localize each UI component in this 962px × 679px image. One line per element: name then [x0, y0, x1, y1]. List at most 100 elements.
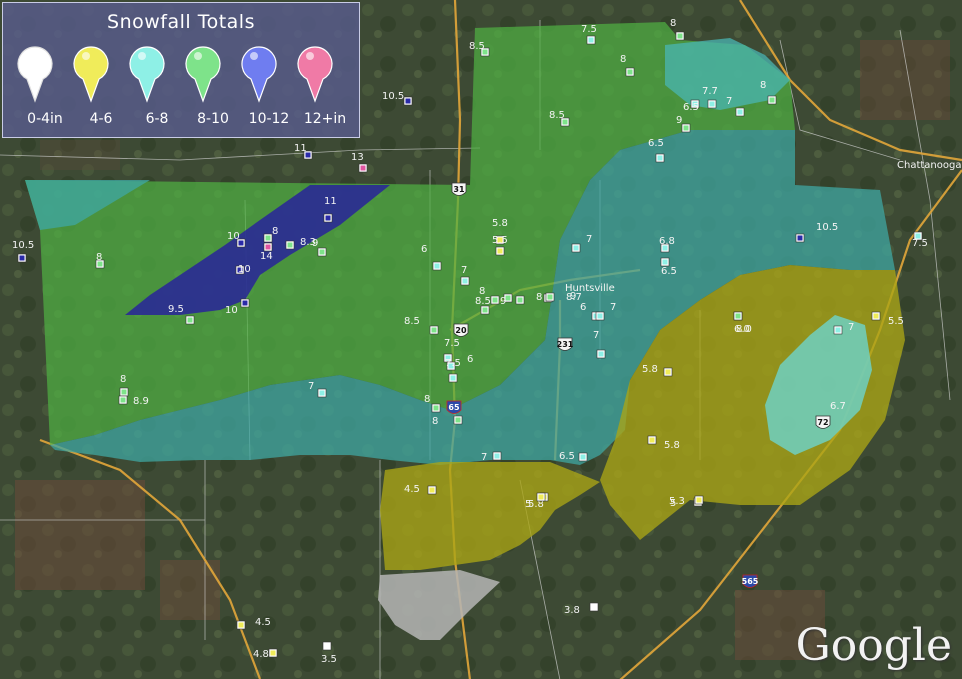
station-value-label: 8.5: [469, 41, 485, 52]
station-value-label: 8.0: [736, 324, 752, 335]
green-pin-icon: [185, 46, 221, 103]
station-value-label: 5.3: [669, 496, 685, 507]
highway-shield-label: 20: [455, 326, 467, 335]
highway-shield-20: 20: [453, 323, 469, 337]
white-pin-icon: [17, 46, 53, 103]
station-value-label: 6: [467, 354, 473, 365]
station-value-label: 10: [227, 231, 240, 242]
station-marker-fill: [547, 294, 553, 300]
station-value-label: 7: [726, 96, 732, 107]
yellow-pin-icon: [73, 46, 109, 103]
google-attribution-logo: Google: [795, 620, 952, 671]
highway-shield-231: 231: [557, 337, 574, 351]
legend-item-12-plus: 12+in: [295, 41, 355, 131]
legend-label: 6-8: [145, 111, 169, 127]
station-marker-fill: [19, 255, 25, 261]
station-value-label: 7.5: [444, 338, 460, 349]
legend-item-10-12: 10-12: [239, 41, 299, 131]
station-marker-fill: [517, 297, 523, 303]
station-value-label: 8.9: [133, 396, 149, 407]
station-value-label: 7: [461, 265, 467, 276]
station-value-label: 8.5: [404, 316, 420, 327]
station-marker-fill: [683, 125, 689, 131]
station-marker-fill: [709, 101, 715, 107]
city-label-huntsville: Huntsville: [565, 283, 615, 294]
legend-title: Snowfall Totals: [107, 11, 255, 33]
station-value-label: 10.5: [12, 240, 34, 251]
legend-label: 8-10: [197, 111, 229, 127]
legend-label: 10-12: [248, 111, 290, 127]
station-value-label: 8: [536, 292, 542, 303]
station-value-label: 7: [481, 452, 487, 463]
station-marker-fill: [497, 248, 503, 254]
station-marker[interactable]: 10: [235, 264, 251, 275]
station-value-label: 7: [586, 234, 592, 245]
station-value-label: 8: [670, 18, 676, 29]
station-marker-fill: [677, 33, 683, 39]
station-value-label: 5: [525, 499, 531, 510]
station-marker-fill: [431, 327, 437, 333]
station-marker-fill: [662, 259, 668, 265]
station-value-label: 8: [432, 416, 438, 427]
station-marker-fill: [242, 300, 248, 306]
station-marker-fill: [494, 453, 500, 459]
station-value-label: 5.5: [888, 316, 904, 327]
station-marker-fill: [598, 351, 604, 357]
station-value-label: 8.5: [475, 296, 491, 307]
highway-shield-65: 65: [446, 400, 462, 414]
station-marker-fill: [434, 263, 440, 269]
map-view[interactable]: 8.5 7.5 8 8 8 7 7.7 6.5 9 6.5 8.5 10.5 11 13 10.5 11 10 8…: [0, 0, 962, 679]
legend-item-6-8: 6-8: [127, 41, 187, 131]
station-value-label: 7: [593, 330, 599, 341]
station-marker-fill: [270, 650, 276, 656]
station-value-label: 8: [96, 252, 102, 263]
station-marker-fill: [769, 97, 775, 103]
station-marker-fill: [665, 369, 671, 375]
station-value-label: 7.5: [912, 238, 928, 249]
station-value-label: 6: [421, 244, 427, 255]
station-marker-fill: [735, 313, 741, 319]
station-marker-fill: [187, 317, 193, 323]
station-value-label: 8.5: [549, 110, 565, 121]
station-value-label: 6.5: [683, 102, 699, 113]
station-value-label: 6.7: [830, 401, 846, 412]
farmland-patch: [860, 40, 950, 120]
station-value-label: 5.5: [492, 235, 508, 246]
highway-shield-72: 72: [815, 415, 831, 429]
farmland-patch: [15, 480, 145, 590]
highway-shield-label: 31: [453, 185, 465, 194]
station-value-label: 8: [620, 54, 626, 65]
station-marker-fill: [433, 405, 439, 411]
station-marker-fill: [737, 109, 743, 115]
highway-shield-label: 565: [742, 577, 759, 586]
legend-label: 4-6: [89, 111, 113, 127]
legend-item-4-6: 4-6: [71, 41, 131, 131]
snowfall-legend: Snowfall Totals 0-4in 4-6 6-8 8-10 10-12…: [2, 2, 360, 138]
legend-label: 0-4in: [27, 111, 63, 127]
highway-shield-31: 31: [451, 182, 467, 196]
station-marker-fill: [482, 307, 488, 313]
station-value-label: 5.8: [664, 440, 680, 451]
station-value-label: 6: [580, 302, 586, 313]
station-marker-fill: [597, 313, 603, 319]
station-marker-fill: [455, 417, 461, 423]
station-marker[interactable]: 6.5: [683, 99, 700, 113]
farmland-patch: [40, 140, 120, 170]
station-marker-fill: [121, 389, 127, 395]
station-marker-fill: [580, 454, 586, 460]
station-marker-fill: [450, 375, 456, 381]
station-value-label: 10.5: [382, 91, 404, 102]
station-value-label: 10: [225, 305, 238, 316]
legend-item-8-10: 8-10: [183, 41, 243, 131]
station-marker-fill: [696, 497, 702, 503]
highway-shield-label: 65: [448, 403, 460, 412]
station-marker-fill: [429, 487, 435, 493]
station-marker-fill: [835, 327, 841, 333]
station-marker-fill: [492, 297, 498, 303]
legend-label: 12+in: [303, 111, 347, 127]
station-value-label: 7.5: [581, 24, 597, 35]
highway-shield-label: 231: [557, 340, 574, 349]
station-value-label: 5.8: [642, 364, 658, 375]
station-marker-fill: [573, 245, 579, 251]
station-value-label: 7.7: [702, 86, 718, 97]
